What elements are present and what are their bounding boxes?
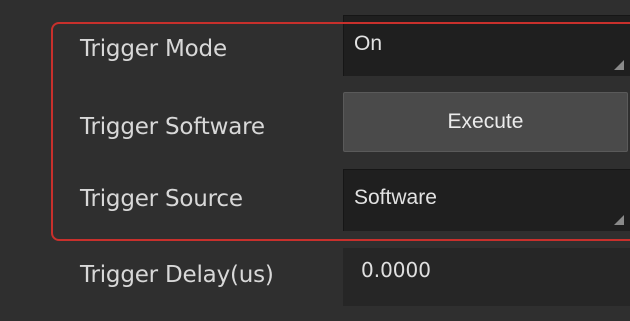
trigger-source-select[interactable]: Software xyxy=(343,169,630,231)
trigger-source-value: Software xyxy=(354,186,437,209)
trigger-software-label: Trigger Software xyxy=(80,114,265,140)
row-trigger-delay: Trigger Delay(us) 0.0000 xyxy=(0,246,630,306)
trigger-source-label: Trigger Source xyxy=(80,186,243,212)
resize-corner-icon xyxy=(614,215,624,225)
row-trigger-source: Trigger Source Software xyxy=(0,159,630,239)
resize-corner-icon xyxy=(614,60,624,70)
trigger-mode-value: On xyxy=(354,32,383,55)
property-panel: Trigger Mode On Trigger Software Execute… xyxy=(0,0,630,321)
trigger-delay-label: Trigger Delay(us) xyxy=(80,262,274,288)
trigger-mode-label: Trigger Mode xyxy=(80,36,227,62)
execute-button[interactable]: Execute xyxy=(343,92,628,152)
trigger-mode-select[interactable]: On xyxy=(343,15,630,76)
trigger-delay-value: 0.0000 xyxy=(361,258,431,282)
trigger-delay-input[interactable]: 0.0000 xyxy=(343,248,630,306)
row-trigger-mode: Trigger Mode On xyxy=(0,0,630,97)
row-trigger-software: Trigger Software Execute xyxy=(0,92,630,159)
